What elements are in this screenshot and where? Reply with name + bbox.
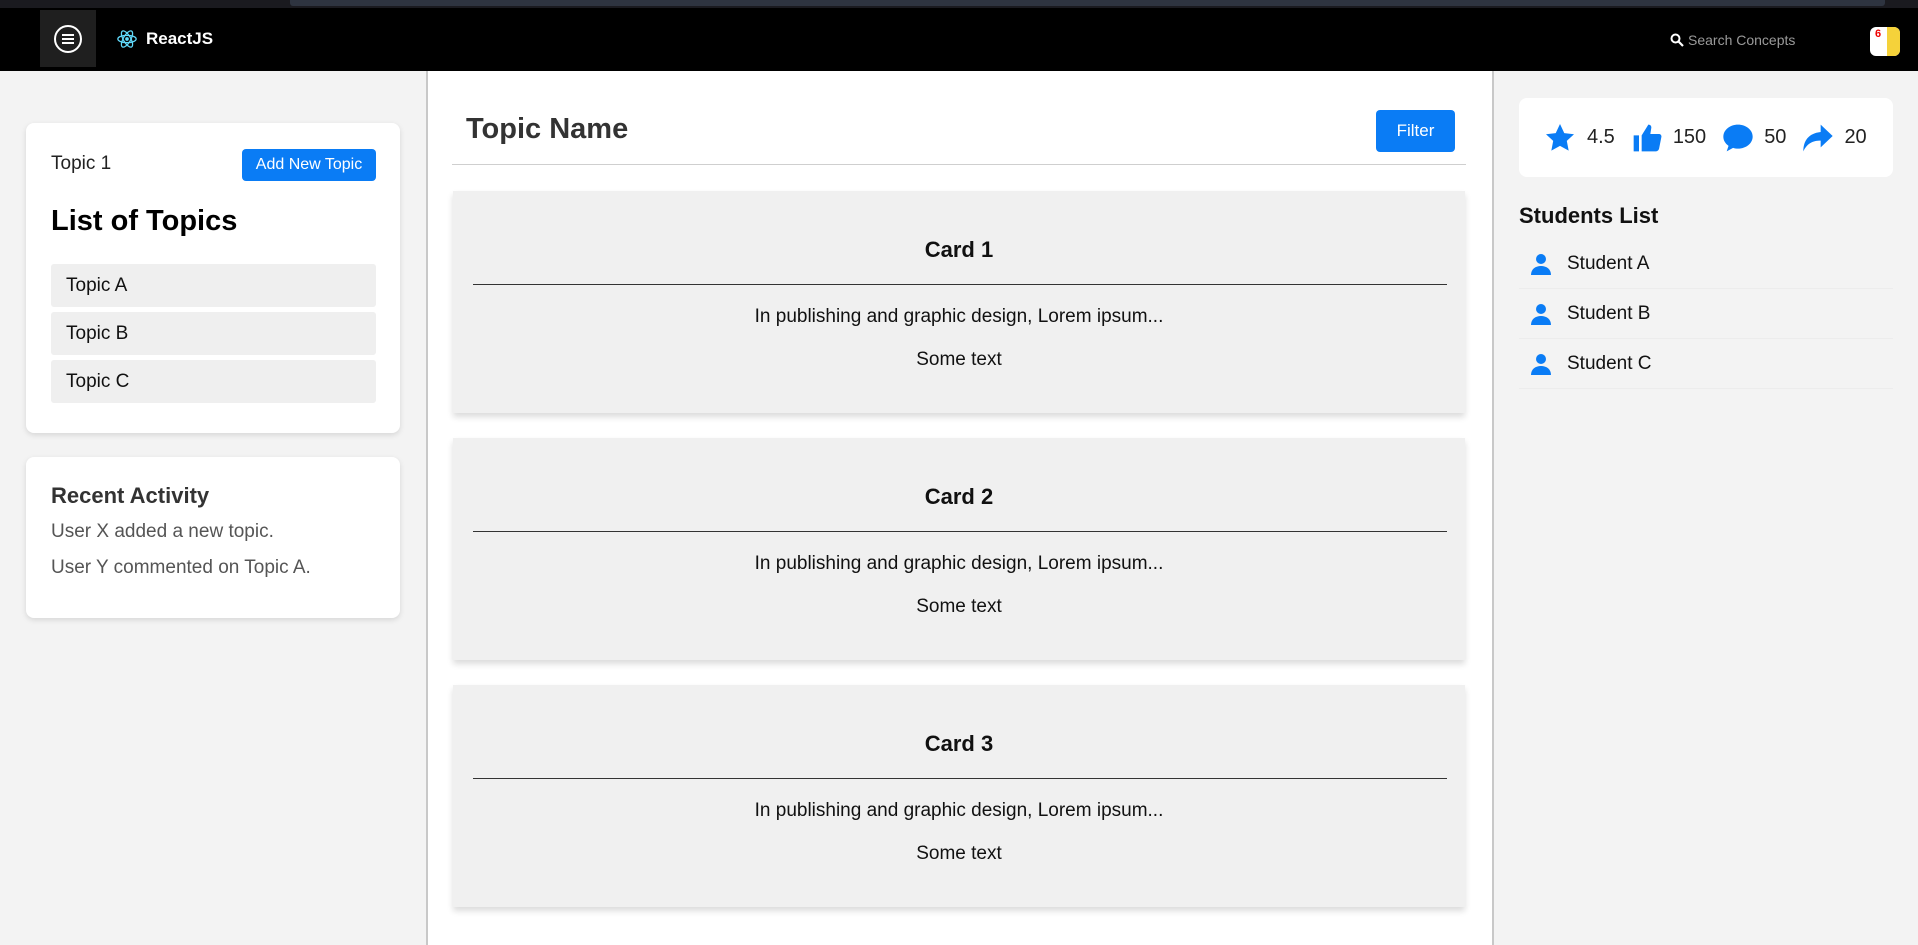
user-icon bbox=[1531, 253, 1551, 275]
search-input[interactable] bbox=[1688, 32, 1838, 48]
recent-activity-title: Recent Activity bbox=[51, 483, 210, 508]
student-name: Student C bbox=[1567, 352, 1652, 374]
right-sidebar: 4.5 150 50 20 Students List Student A St… bbox=[1494, 71, 1918, 945]
notification-button[interactable]: 6 bbox=[1870, 27, 1900, 56]
brand-name: ReactJS bbox=[146, 29, 214, 48]
stats-panel: 4.5 150 50 20 bbox=[1519, 98, 1893, 177]
card-title: Card 2 bbox=[924, 484, 994, 509]
card-title: Card 3 bbox=[924, 731, 994, 756]
card-description: In publishing and graphic design, Lorem … bbox=[754, 553, 1164, 574]
brand-logo[interactable]: ReactJS bbox=[116, 28, 213, 50]
star-icon bbox=[1546, 123, 1574, 151]
likes-stat[interactable]: 150 bbox=[1631, 122, 1706, 154]
activity-item: User Y commented on Topic A. bbox=[51, 557, 311, 578]
student-item-a[interactable]: Student A bbox=[1519, 239, 1893, 289]
content-card-1[interactable]: Card 1 In publishing and graphic design,… bbox=[453, 191, 1465, 413]
topic-item-a[interactable]: Topic A bbox=[51, 264, 376, 307]
student-name: Student B bbox=[1567, 302, 1651, 324]
left-sidebar: Topic 1 Add New Topic List of Topics Top… bbox=[0, 71, 428, 945]
shares-count: 20 bbox=[1844, 126, 1867, 148]
add-new-topic-button[interactable]: Add New Topic bbox=[242, 149, 376, 181]
recent-activity-panel: Recent Activity User X added a new topic… bbox=[26, 457, 400, 618]
tab-strip bbox=[290, 0, 1885, 6]
app-header: ReactJS 6 bbox=[0, 8, 1918, 71]
topic-item-b[interactable]: Topic B bbox=[51, 312, 376, 355]
notification-indicator bbox=[1887, 27, 1900, 56]
user-icon bbox=[1531, 303, 1551, 325]
card-title: Card 1 bbox=[924, 237, 994, 262]
react-atom-icon bbox=[117, 30, 137, 48]
filter-button[interactable]: Filter bbox=[1376, 110, 1455, 152]
card-divider bbox=[473, 284, 1447, 285]
student-item-c[interactable]: Student C bbox=[1519, 339, 1893, 389]
search-bar[interactable] bbox=[1670, 32, 1838, 48]
likes-count: 150 bbox=[1672, 126, 1707, 148]
students-list-title: Students List bbox=[1519, 203, 1659, 228]
student-list: Student A Student B Student C bbox=[1519, 239, 1893, 389]
card-text: Some text bbox=[916, 596, 1002, 617]
main-content: Topic Name Filter Card 1 In publishing a… bbox=[428, 71, 1494, 945]
topics-panel: Topic 1 Add New Topic List of Topics Top… bbox=[26, 123, 400, 433]
card-divider bbox=[473, 778, 1447, 779]
shares-stat[interactable]: 20 bbox=[1802, 123, 1867, 153]
card-divider bbox=[473, 531, 1447, 532]
student-name: Student A bbox=[1567, 252, 1650, 274]
student-item-b[interactable]: Student B bbox=[1519, 289, 1893, 339]
comments-stat[interactable]: 50 bbox=[1722, 123, 1786, 153]
card-text: Some text bbox=[916, 843, 1002, 864]
topics-list-title: List of Topics bbox=[51, 205, 238, 237]
card-text: Some text bbox=[916, 349, 1002, 370]
content-card-3[interactable]: Card 3 In publishing and graphic design,… bbox=[453, 685, 1465, 907]
topic-item-c[interactable]: Topic C bbox=[51, 360, 376, 403]
activity-item: User X added a new topic. bbox=[51, 521, 274, 542]
menu-button[interactable] bbox=[40, 10, 96, 67]
comments-count: 50 bbox=[1764, 126, 1787, 148]
content-card-2[interactable]: Card 2 In publishing and graphic design,… bbox=[453, 438, 1465, 660]
topic-list: Topic A Topic B Topic C bbox=[51, 264, 376, 408]
activity-list: User X added a new topic. User Y comment… bbox=[51, 521, 311, 593]
notification-count: 6 bbox=[1875, 28, 1882, 40]
window-top-strip bbox=[0, 0, 1918, 8]
search-icon bbox=[1670, 33, 1684, 47]
card-description: In publishing and graphic design, Lorem … bbox=[754, 800, 1164, 821]
share-arrow-icon bbox=[1803, 124, 1834, 151]
page-title: Topic Name bbox=[466, 113, 629, 145]
user-icon bbox=[1531, 353, 1551, 375]
title-divider bbox=[452, 164, 1466, 165]
thumbs-up-icon bbox=[1633, 124, 1662, 151]
current-topic: Topic 1 bbox=[51, 153, 112, 174]
rating-value: 4.5 bbox=[1587, 126, 1615, 148]
rating-stat[interactable]: 4.5 bbox=[1543, 122, 1615, 154]
card-description: In publishing and graphic design, Lorem … bbox=[754, 306, 1164, 327]
comment-icon bbox=[1723, 124, 1753, 151]
menu-icon bbox=[54, 24, 82, 53]
